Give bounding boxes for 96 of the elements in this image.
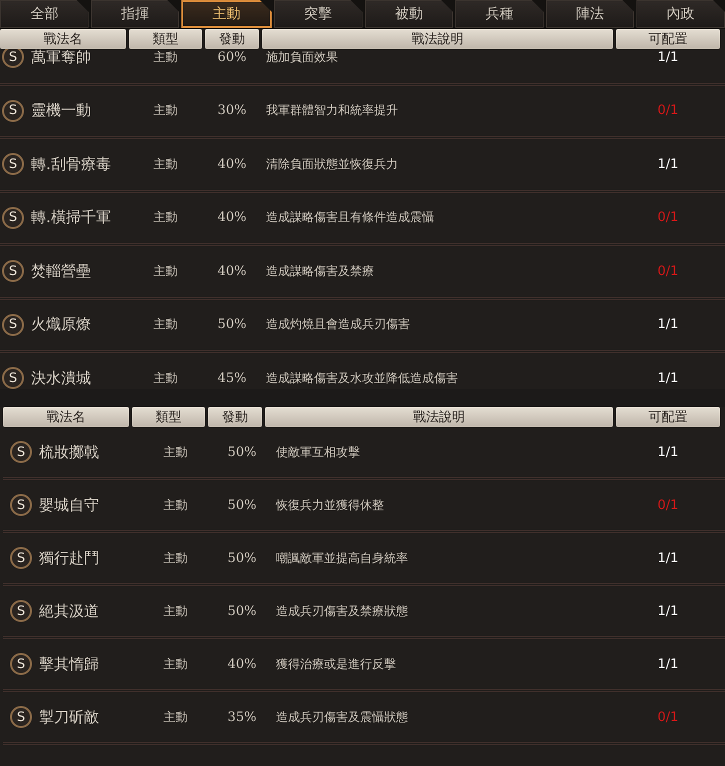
skill-name: 焚輜營壘 [31,262,91,281]
grade-badge: S [2,260,24,282]
trigger-chance: 40% [228,656,256,672]
skill-description: 施加負面效果 [265,49,339,66]
skill-name: 擊其惰歸 [39,654,99,674]
category-tab[interactable]: 被動 [364,0,454,28]
grade-badge: S [10,547,32,569]
capacity-count: 0/1 [658,264,678,279]
skill-type: 主動 [164,444,188,460]
skill-description: 獲得治療或是進行反擊 [275,656,397,672]
capacity-count: 1/1 [658,370,678,386]
capacity-count: 1/1 [658,550,678,566]
skill-description: 使敵軍互相攻擊 [275,444,361,460]
skill-type: 主動 [154,49,178,66]
skill-type: 主動 [164,496,188,514]
grade-badge: S [2,314,24,336]
grade-badge: S [2,206,24,229]
category-tab[interactable]: 突擊 [274,0,362,28]
skill-type: 主動 [154,102,178,120]
grade-badge: S [2,367,24,389]
skill-description: 造成兵刃傷害及震懾狀態 [275,708,409,726]
capacity-count: 1/1 [658,317,678,332]
column-header[interactable]: 類型 [129,29,202,49]
skill-description: 造成灼燒且會造成兵刃傷害 [265,316,411,334]
skill-type: 主動 [154,209,178,226]
capacity-count: 1/1 [658,156,678,172]
skill-type: 主動 [154,316,178,334]
column-header[interactable]: 戰法說明 [265,407,613,427]
skill-description: 造成謀略傷害及禁療 [265,262,375,280]
grade-badge: S [10,600,32,622]
skill-name: 獨行赴鬥 [39,548,99,568]
column-header[interactable]: 可配置 [616,29,720,49]
category-tab[interactable]: 全部 [0,0,89,28]
grade-badge: S [2,49,24,68]
grade-badge: S [10,441,32,463]
skill-description: 恢復兵力並獲得休整 [274,496,385,514]
grade-badge: S [2,100,24,122]
column-header[interactable]: 戰法說明 [262,29,613,49]
capacity-count: 1/1 [658,656,678,672]
category-tab[interactable]: 陣法 [546,0,634,28]
skill-type: 主動 [154,262,178,280]
column-header[interactable]: 發動 [208,407,262,427]
trigger-chance: 30% [218,103,246,118]
trigger-chance: 50% [228,604,256,618]
capacity-count: 0/1 [658,210,678,226]
trigger-chance: 40% [218,156,246,172]
skill-name: 火熾原燎 [31,315,91,334]
skill-name: 轉.刮骨療毒 [31,154,111,174]
column-header[interactable]: 戰法名 [3,407,129,427]
skill-type: 主動 [164,708,188,726]
skill-type: 主動 [164,656,188,672]
column-header[interactable]: 可配置 [616,407,720,427]
category-tab[interactable]: 主動 [181,0,272,28]
column-header[interactable]: 發動 [205,29,259,49]
trigger-chance: 45% [218,370,246,386]
capacity-count: 1/1 [658,444,678,460]
grade-badge: S [10,494,32,516]
skill-name: 靈機一動 [31,101,91,120]
skill-description: 造成謀略傷害且有條件造成震懾 [265,209,435,226]
skill-name: 萬軍奪帥 [31,49,91,67]
skill-name: 轉.橫掃千軍 [31,208,111,228]
grade-badge: S [10,653,32,675]
skill-name: 梳妝擲戟 [39,442,99,462]
skill-description: 清除負面狀態並恢復兵力 [265,156,399,173]
skill-description: 我軍群體智力和統率提升 [265,102,399,120]
trigger-chance: 50% [228,498,256,512]
skill-name: 絕其汲道 [39,602,99,620]
grade-badge: S [10,706,32,728]
trigger-chance: 40% [218,264,246,279]
skill-description: 嘲諷敵軍並提高自身統率 [275,550,409,566]
trigger-chance: 50% [218,317,246,332]
capacity-count: 0/1 [658,498,678,512]
category-tab[interactable]: 內政 [636,0,725,28]
trigger-chance: 40% [218,210,246,226]
column-header[interactable]: 類型 [132,407,205,427]
capacity-count: 0/1 [658,103,678,118]
skill-name: 嬰城自守 [39,496,99,514]
capacity-count: 1/1 [658,604,678,618]
skill-type: 主動 [164,602,188,620]
skill-name: 決水潰城 [31,368,91,388]
trigger-chance: 35% [228,710,256,724]
skill-type: 主動 [154,370,178,387]
skill-description: 造成謀略傷害及水攻並降低造成傷害 [265,370,459,387]
skill-type: 主動 [164,550,188,566]
capacity-count: 1/1 [658,50,678,65]
skill-description: 造成兵刃傷害及禁療狀態 [275,602,409,620]
trigger-chance: 50% [228,444,256,460]
skill-name: 掣刀斫敵 [39,708,99,726]
skill-type: 主動 [154,156,178,173]
trigger-chance: 60% [218,50,246,65]
category-tab[interactable]: 指揮 [90,0,180,28]
trigger-chance: 50% [228,550,256,566]
capacity-count: 0/1 [658,710,678,724]
column-header[interactable]: 戰法名 [0,29,126,49]
grade-badge: S [2,153,24,176]
category-tab[interactable]: 兵種 [455,0,544,28]
